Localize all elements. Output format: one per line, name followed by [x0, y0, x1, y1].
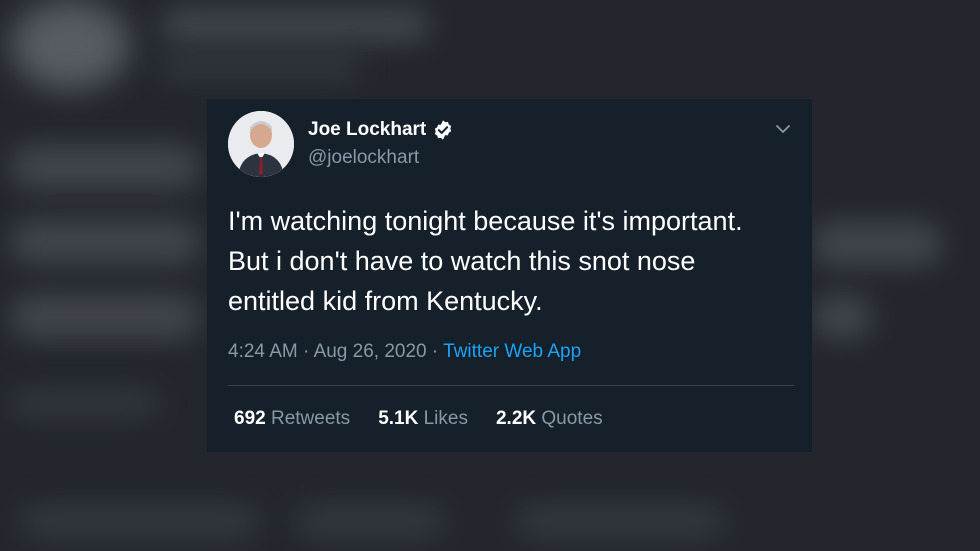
author-handle[interactable]: @joelockhart: [308, 147, 419, 169]
background-blur-shape: [10, 295, 200, 339]
quotes-count: 2.2K: [495, 408, 537, 429]
background-blur-shape: [10, 220, 200, 264]
background-blur-shape: [10, 145, 200, 189]
chevron-down-icon[interactable]: [773, 119, 793, 139]
tweet-meta: 4:24 AM · Aug 26, 2020 · Twitter Web App: [228, 341, 581, 363]
retweets-stat[interactable]: 692 Retweets: [234, 408, 350, 430]
background-blur-shape: [295, 505, 445, 539]
author-name[interactable]: Joe Lockhart: [308, 119, 426, 141]
background-blur-shape: [20, 505, 260, 539]
background-blur-shape: [812, 295, 872, 339]
verified-badge-icon: [435, 120, 452, 140]
background-blur-shape: [515, 505, 725, 539]
meta-separator: ·: [431, 341, 439, 362]
source-app-link[interactable]: Twitter Web App: [443, 341, 581, 362]
tweet-time[interactable]: 4:24 AM: [228, 341, 298, 362]
likes-stat[interactable]: 5.1K Likes: [378, 408, 468, 430]
background-blur-shape: [160, 55, 360, 79]
background-avatar-blur: [10, 0, 130, 90]
tweet-card: Joe Lockhart @joelockhart I'm watching t…: [207, 99, 812, 452]
quotes-stat[interactable]: 2.2K Quotes: [496, 408, 603, 430]
avatar-photo: [228, 111, 294, 177]
tweet-text: I'm watching tonight because it's import…: [228, 206, 743, 316]
retweets-count: 692: [234, 408, 266, 429]
background-blur-shape: [812, 222, 942, 266]
likes-count: 5.1K: [378, 408, 419, 429]
background-blur-shape: [10, 390, 160, 416]
avatar[interactable]: [228, 111, 294, 177]
background-blur-shape: [160, 8, 430, 42]
quotes-label: Quotes: [541, 408, 603, 429]
divider: [228, 385, 794, 386]
tweet-stats: 692 Retweets 5.1K Likes 2.2K Quotes: [234, 408, 603, 430]
author-row: Joe Lockhart: [308, 119, 454, 141]
meta-separator: ·: [303, 341, 310, 362]
tweet-date[interactable]: Aug 26, 2020: [314, 341, 427, 362]
likes-label: Likes: [423, 408, 468, 429]
retweets-label: Retweets: [270, 408, 351, 429]
